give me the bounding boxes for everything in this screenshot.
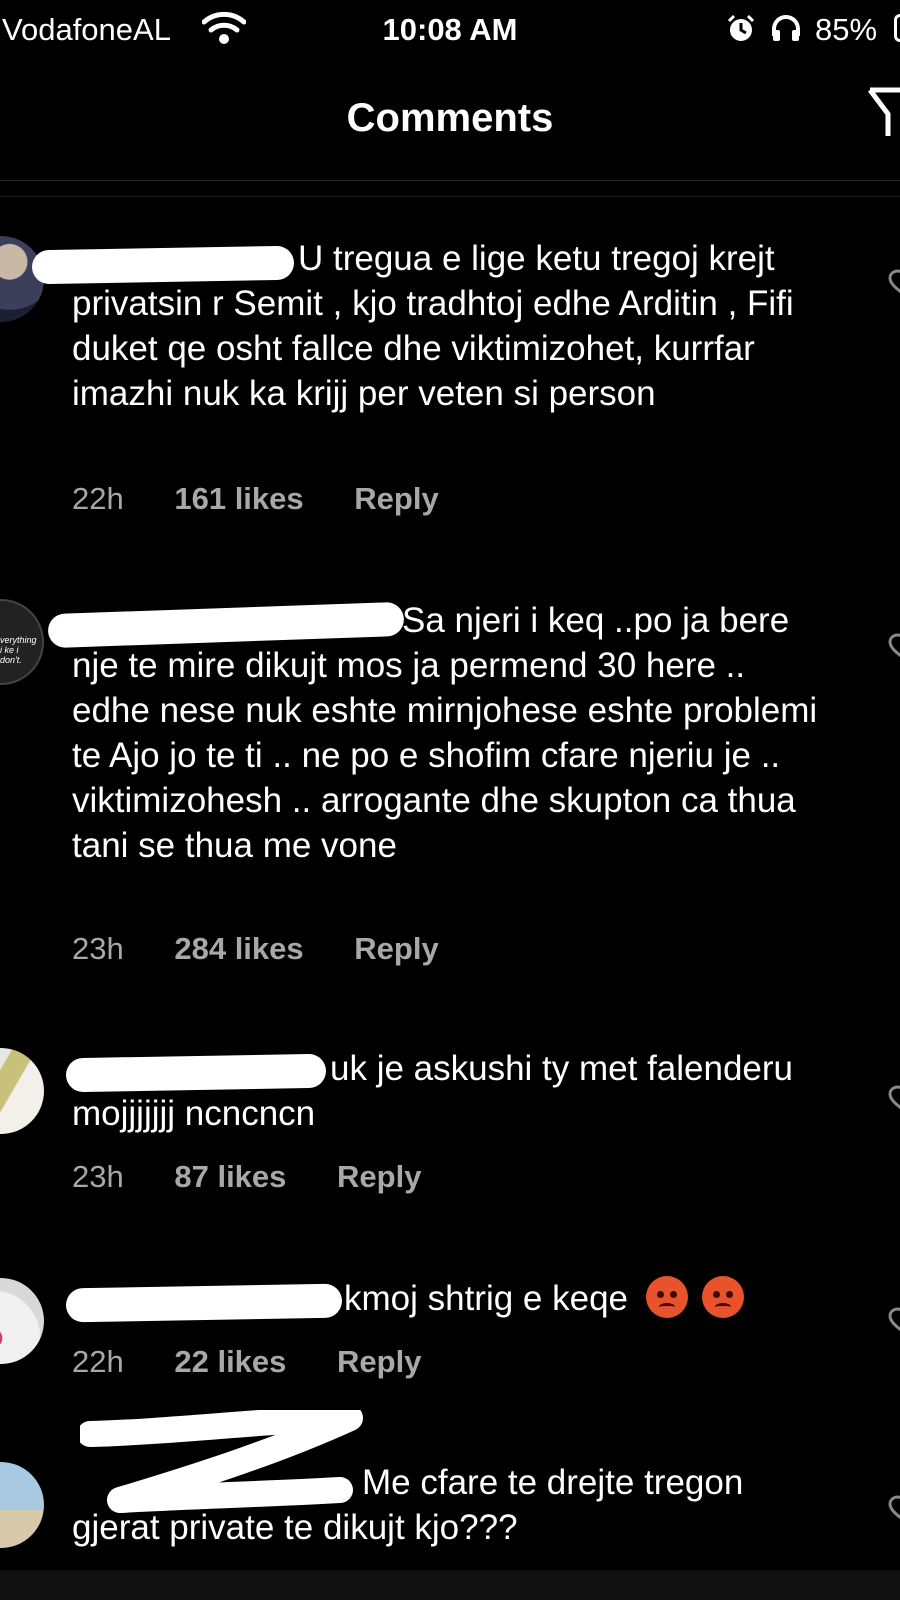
battery-icon bbox=[894, 14, 900, 42]
header-divider bbox=[0, 196, 900, 197]
reply-button[interactable]: Reply bbox=[354, 931, 438, 967]
heart-icon[interactable] bbox=[882, 1494, 900, 1527]
likes-count[interactable]: 284 likes bbox=[174, 931, 303, 967]
angry-face-emoji bbox=[702, 1276, 745, 1318]
heart-icon[interactable] bbox=[882, 268, 900, 301]
likes-count[interactable]: 161 likes bbox=[174, 481, 303, 517]
comment-meta: 22h 22 likes Reply bbox=[72, 1344, 421, 1380]
battery-percent: 85% bbox=[815, 12, 878, 47]
reply-button[interactable]: Reply bbox=[354, 481, 438, 517]
comment-text: U tregua e lige ketu tregoj krejt privat… bbox=[72, 239, 794, 413]
comment-text: Sa njeri i keq ..po ja bere nje te mire … bbox=[72, 601, 818, 865]
heart-icon[interactable] bbox=[882, 632, 900, 665]
avatar[interactable] bbox=[0, 1462, 44, 1548]
comment-text: kmoj shtrig e keqe bbox=[72, 1276, 832, 1321]
avatar[interactable] bbox=[0, 1278, 44, 1364]
comment-time: 22h bbox=[72, 481, 124, 516]
reply-button[interactable]: Reply bbox=[337, 1344, 421, 1380]
filter-icon[interactable] bbox=[866, 84, 900, 149]
header-divider bbox=[0, 180, 900, 181]
comment-time: 23h bbox=[72, 931, 124, 966]
comment-meta: 22h 161 likes Reply bbox=[72, 481, 439, 517]
heart-icon[interactable] bbox=[882, 1306, 900, 1339]
clock: 10:08 AM bbox=[382, 12, 518, 47]
comment-time: 23h bbox=[72, 1159, 124, 1194]
likes-count[interactable]: 22 likes bbox=[174, 1344, 286, 1380]
heart-icon[interactable] bbox=[882, 1084, 900, 1117]
likes-count[interactable]: 87 likes bbox=[174, 1159, 286, 1195]
comment-meta: 23h 87 likes Reply bbox=[72, 1159, 421, 1195]
comment-text: Me cfare te drejte tregon gjerat private… bbox=[72, 1463, 744, 1547]
comment-text: uk je askushi ty met falenderu mojjjjjjj… bbox=[72, 1049, 794, 1133]
status-bar: VodafoneAL 10:08 AM 85% bbox=[0, 0, 900, 60]
bottom-bar bbox=[0, 1570, 900, 1600]
comment-text-content: kmoj shtrig e keqe bbox=[344, 1279, 629, 1318]
avatar[interactable]: verything i ke i don't. bbox=[0, 599, 44, 685]
alarm-icon bbox=[727, 14, 755, 49]
page-title: Comments bbox=[346, 96, 554, 140]
headphones-icon bbox=[771, 14, 801, 47]
reply-button[interactable]: Reply bbox=[337, 1159, 421, 1195]
comment-meta: 23h 284 likes Reply bbox=[72, 931, 439, 967]
avatar[interactable] bbox=[0, 1048, 44, 1134]
avatar-caption: verything i ke i don't. bbox=[0, 635, 37, 665]
angry-face-emoji bbox=[646, 1276, 689, 1318]
comment-time: 22h bbox=[72, 1344, 124, 1379]
